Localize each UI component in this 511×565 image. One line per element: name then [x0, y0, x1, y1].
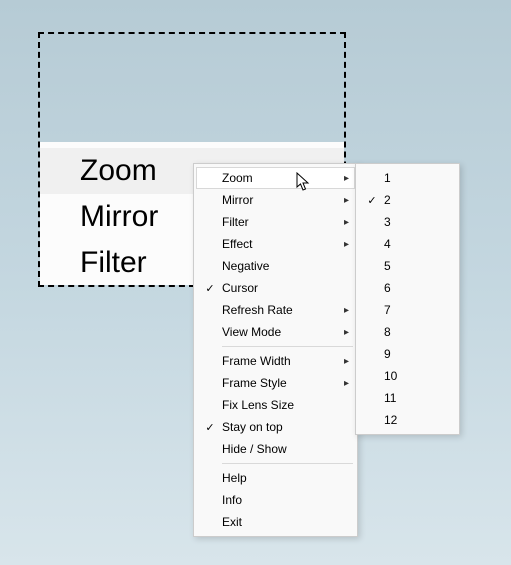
chevron-right-icon: ▸	[339, 173, 349, 184]
zoom-level-10[interactable]: 10	[358, 365, 457, 387]
menu-label: 11	[382, 391, 451, 405]
chevron-right-icon: ▸	[339, 327, 349, 338]
chevron-right-icon: ▸	[339, 195, 349, 206]
menu-item-info[interactable]: Info	[196, 489, 355, 511]
menu-item-effect[interactable]: Effect ▸	[196, 233, 355, 255]
chevron-right-icon: ▸	[339, 305, 349, 316]
context-menu[interactable]: Zoom ▸ Mirror ▸ Filter ▸ Effect ▸ Negati…	[193, 163, 358, 537]
menu-label: Effect	[220, 237, 339, 251]
menu-separator	[222, 463, 353, 464]
chevron-right-icon: ▸	[339, 378, 349, 389]
menu-label: 10	[382, 369, 451, 383]
menu-label: 2	[382, 193, 451, 207]
zoom-level-1[interactable]: 1	[358, 167, 457, 189]
menu-item-stay-on-top[interactable]: ✓ Stay on top	[196, 416, 355, 438]
menu-label: 7	[382, 303, 451, 317]
zoom-level-7[interactable]: 7	[358, 299, 457, 321]
menu-item-frame-style[interactable]: Frame Style ▸	[196, 372, 355, 394]
menu-item-refresh-rate[interactable]: Refresh Rate ▸	[196, 299, 355, 321]
menu-item-cursor[interactable]: ✓ Cursor	[196, 277, 355, 299]
zoom-level-5[interactable]: 5	[358, 255, 457, 277]
chevron-right-icon: ▸	[339, 356, 349, 367]
menu-label: Filter	[220, 215, 339, 229]
menu-label: 6	[382, 281, 451, 295]
check-icon: ✓	[200, 282, 220, 295]
menu-item-exit[interactable]: Exit	[196, 511, 355, 533]
menu-item-view-mode[interactable]: View Mode ▸	[196, 321, 355, 343]
zoom-level-3[interactable]: 3	[358, 211, 457, 233]
check-icon: ✓	[200, 421, 220, 434]
zoom-level-12[interactable]: 12	[358, 409, 457, 431]
menu-label: Info	[220, 493, 339, 507]
menu-item-filter[interactable]: Filter ▸	[196, 211, 355, 233]
check-icon: ✓	[362, 194, 382, 207]
menu-label: Stay on top	[220, 420, 339, 434]
zoom-level-9[interactable]: 9	[358, 343, 457, 365]
menu-label: Frame Style	[220, 376, 339, 390]
menu-label: Frame Width	[220, 354, 339, 368]
menu-label: 1	[382, 171, 451, 185]
zoom-level-8[interactable]: 8	[358, 321, 457, 343]
menu-label: Hide / Show	[220, 442, 339, 456]
menu-label: Refresh Rate	[220, 303, 339, 317]
menu-label: Zoom	[220, 171, 339, 185]
menu-item-help[interactable]: Help	[196, 467, 355, 489]
menu-label: 5	[382, 259, 451, 273]
menu-label: View Mode	[220, 325, 339, 339]
zoom-level-11[interactable]: 11	[358, 387, 457, 409]
menu-separator	[222, 346, 353, 347]
zoom-level-2[interactable]: ✓ 2	[358, 189, 457, 211]
menu-label: 9	[382, 347, 451, 361]
menu-item-zoom[interactable]: Zoom ▸	[196, 167, 355, 189]
menu-item-negative[interactable]: Negative	[196, 255, 355, 277]
chevron-right-icon: ▸	[339, 239, 349, 250]
zoom-level-6[interactable]: 6	[358, 277, 457, 299]
menu-label: Help	[220, 471, 339, 485]
menu-label: 3	[382, 215, 451, 229]
zoom-submenu[interactable]: 1 ✓ 2 3 4 5 6 7 8 9 10 11 12	[355, 163, 460, 435]
menu-label: Exit	[220, 515, 339, 529]
menu-item-fix-lens-size[interactable]: Fix Lens Size	[196, 394, 355, 416]
menu-label: Mirror	[220, 193, 339, 207]
menu-item-mirror[interactable]: Mirror ▸	[196, 189, 355, 211]
menu-label: Fix Lens Size	[220, 398, 339, 412]
menu-item-hide-show[interactable]: Hide / Show	[196, 438, 355, 460]
menu-label: Negative	[220, 259, 339, 273]
menu-label: 12	[382, 413, 451, 427]
menu-label: Cursor	[220, 281, 339, 295]
menu-label: 4	[382, 237, 451, 251]
menu-label: 8	[382, 325, 451, 339]
menu-item-frame-width[interactable]: Frame Width ▸	[196, 350, 355, 372]
zoom-level-4[interactable]: 4	[358, 233, 457, 255]
chevron-right-icon: ▸	[339, 217, 349, 228]
